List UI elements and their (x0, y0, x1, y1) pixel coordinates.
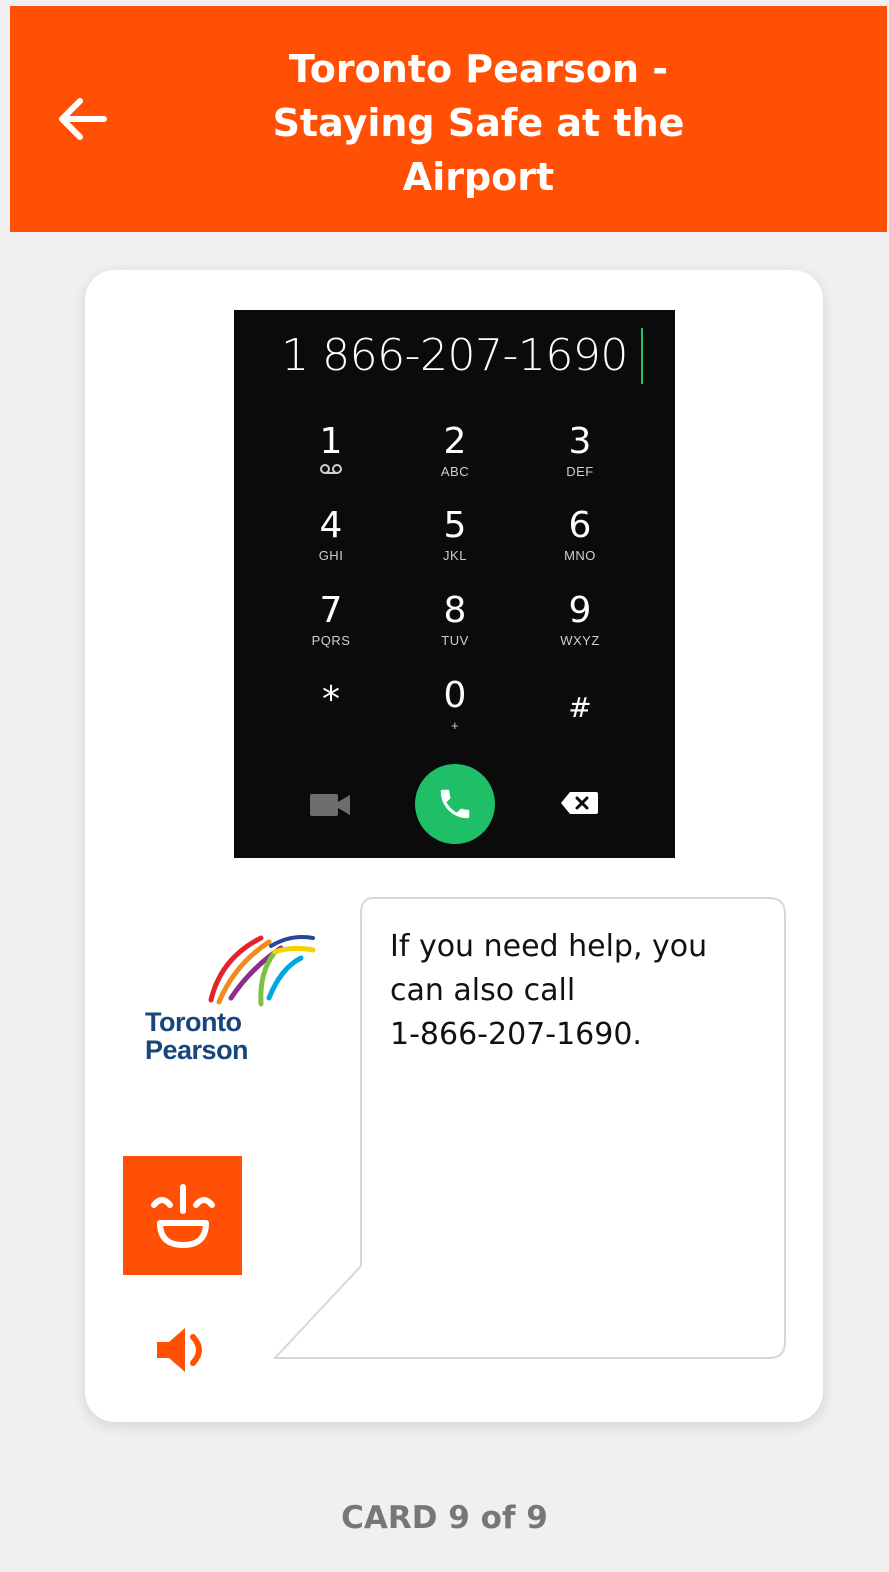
smiley-face-icon (150, 1183, 215, 1248)
phone-call-icon (440, 789, 470, 819)
key-3[interactable]: 3 DEF (530, 422, 630, 502)
backspace-button[interactable] (560, 790, 604, 820)
key-4[interactable]: 4 GHI (281, 506, 381, 586)
key-hash[interactable]: # (530, 688, 630, 768)
key-letters: TUV (441, 633, 469, 648)
speech-line-3: 1-866-207-1690. (390, 1017, 642, 1052)
logo-line-2: Pearson (145, 1035, 249, 1065)
key-letters: DEF (566, 464, 594, 479)
key-digit: 1 (319, 421, 343, 462)
backspace-icon (561, 792, 598, 814)
title-line-3: Airport (402, 155, 555, 199)
speaker-icon (157, 1328, 202, 1372)
key-letters: JKL (443, 548, 467, 563)
speech-line-1: If you need help, you (390, 929, 708, 964)
title-line-1: Toronto Pearson - (288, 47, 669, 91)
call-button[interactable] (415, 764, 495, 844)
key-digit: 2 (443, 421, 467, 462)
back-button[interactable] (52, 89, 112, 149)
key-letters: PQRS (311, 633, 351, 648)
key-letters: ABC (440, 464, 470, 479)
key-0[interactable]: 0 + (405, 676, 505, 756)
speaker-button[interactable] (153, 1320, 213, 1380)
avatar-button[interactable] (123, 1156, 242, 1275)
key-9[interactable]: 9 WXYZ (530, 591, 630, 671)
key-5[interactable]: 5 JKL (405, 506, 505, 586)
key-digit: 6 (568, 505, 592, 546)
key-digit: 8 (443, 590, 467, 631)
video-call-icon (310, 794, 350, 816)
key-7[interactable]: 7 PQRS (281, 591, 381, 671)
key-star[interactable]: * (281, 680, 381, 760)
key-letters: WXYZ (560, 633, 600, 648)
page-title: Toronto Pearson - Staying Safe at the Ai… (180, 42, 777, 204)
key-digit: 9 (568, 590, 592, 631)
key-digit: 3 (568, 421, 592, 462)
key-2[interactable]: 2 ABC (405, 422, 505, 502)
speech-text: If you need help, you can also call 1-86… (390, 925, 760, 1057)
key-letters: GHI (318, 548, 344, 563)
logo-line-1: Toronto (145, 1007, 242, 1037)
content-card: 1 866-207-1690 1 2 ABC 3 DEF 4 GHI 5 JKL (85, 270, 823, 1422)
key-digit: # (568, 691, 592, 724)
arrow-left-icon (59, 98, 107, 140)
title-line-2: Staying Safe at the (272, 101, 685, 145)
key-6[interactable]: 6 MNO (530, 506, 630, 586)
logo-text: Toronto Pearson (145, 1007, 249, 1065)
key-digit: 5 (443, 505, 467, 546)
dialed-number: 1 866-207-1690 (281, 330, 628, 381)
key-digit: 4 (319, 505, 343, 546)
card-counter: CARD 9 of 9 (341, 1500, 548, 1536)
video-call-button[interactable] (308, 790, 352, 820)
phone-dialer-image: 1 866-207-1690 1 2 ABC 3 DEF 4 GHI 5 JKL (234, 310, 675, 858)
text-cursor (641, 328, 643, 384)
app-header: Toronto Pearson - Staying Safe at the Ai… (10, 6, 887, 232)
voicemail-icon (320, 464, 342, 474)
key-digit: 7 (319, 590, 343, 631)
key-1[interactable]: 1 (281, 422, 381, 502)
key-letters: + (450, 718, 460, 733)
key-digit: 0 (443, 675, 467, 716)
key-letters: MNO (564, 548, 596, 563)
speech-line-2: can also call (390, 973, 576, 1008)
key-8[interactable]: 8 TUV (405, 591, 505, 671)
key-digit: * (322, 679, 340, 720)
